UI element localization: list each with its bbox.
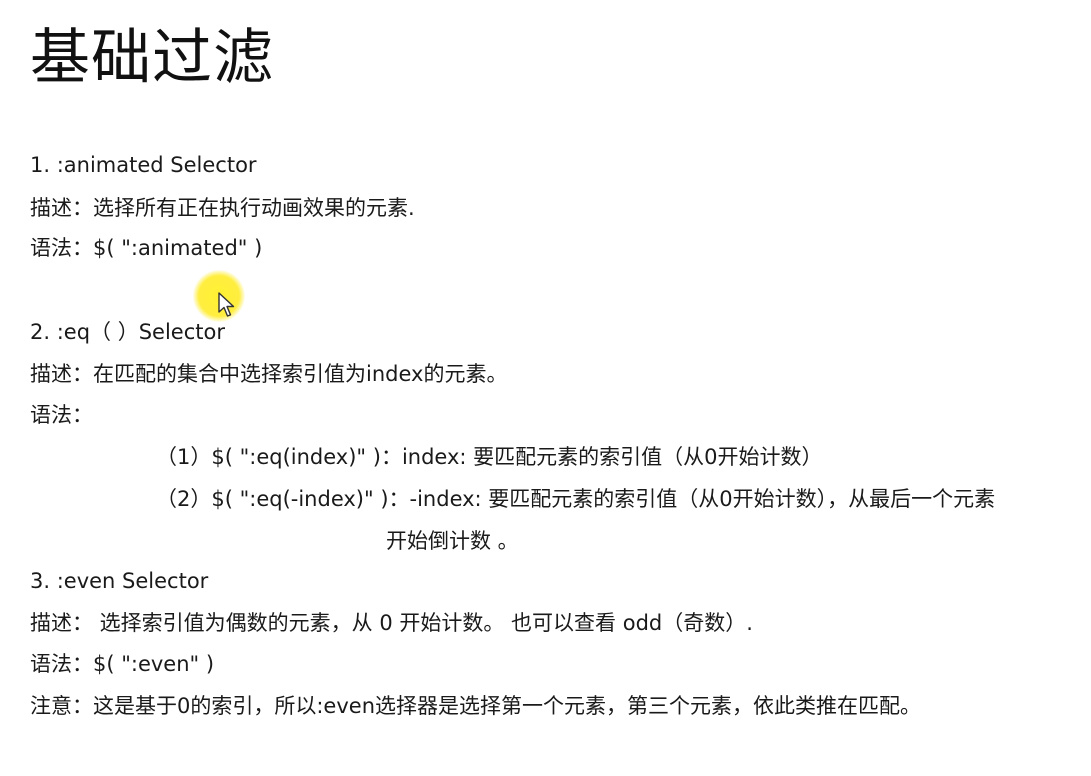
section-2-item-2: （2）$( ":eq(-index)" )：-index: 要匹配元素的索引值（… bbox=[156, 487, 996, 511]
section-1-description: 描述：选择所有正在执行动画效果的元素. bbox=[30, 196, 415, 220]
section-3-note: 注意：这是基于0的索引，所以:even选择器是选择第一个元素，第三个元素，依此类… bbox=[30, 694, 922, 718]
section-2-syntax: 语法： bbox=[30, 403, 93, 427]
slide: 基础过滤 1. :animated Selector 描述：选择所有正在执行动画… bbox=[0, 0, 1091, 776]
section-1-syntax: 语法：$( ":animated" ) bbox=[30, 236, 263, 260]
section-2-description: 描述：在匹配的集合中选择索引值为index的元素。 bbox=[30, 362, 508, 386]
section-2-heading: 2. :eq（ ）Selector bbox=[30, 320, 225, 344]
section-3-heading: 3. :even Selector bbox=[30, 569, 209, 593]
section-1-heading: 1. :animated Selector bbox=[30, 153, 257, 177]
mouse-pointer-icon bbox=[218, 292, 235, 317]
section-3-syntax: 语法：$( ":even" ) bbox=[30, 652, 215, 676]
section-2-item-1: （1）$( ":eq(index)" )：index: 要匹配元素的索引值（从0… bbox=[156, 445, 823, 469]
section-2-item-2-continued: 开始倒计数 。 bbox=[386, 529, 519, 553]
section-3-description: 描述： 选择索引值为偶数的元素，从 0 开始计数。 也可以查看 odd（奇数）. bbox=[30, 611, 753, 635]
page-title: 基础过滤 bbox=[30, 23, 274, 93]
